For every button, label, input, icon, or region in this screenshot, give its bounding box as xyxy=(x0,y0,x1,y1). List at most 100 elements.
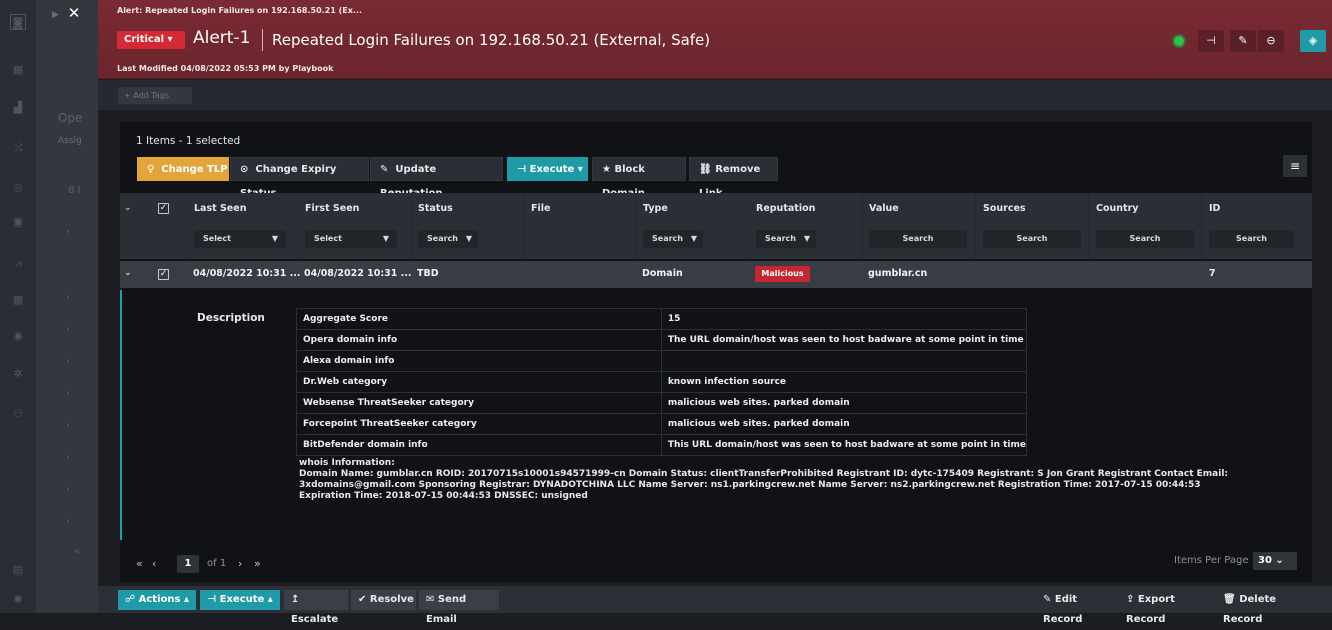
clipboard-icon[interactable]: ▤ xyxy=(10,562,26,578)
collapse-icon[interactable]: « xyxy=(74,546,80,557)
pencil-icon[interactable]: ✎ xyxy=(1230,30,1256,52)
send-email-button[interactable]: ✉ Send Email xyxy=(419,590,499,625)
severity-dropdown[interactable]: Critical ▾ xyxy=(117,31,185,49)
update-reputation-button[interactable]: ✎ Update Reputation xyxy=(370,157,503,199)
block-domain-button[interactable]: ★ Block Domain xyxy=(592,157,686,199)
chevron-right-icon[interactable]: › xyxy=(66,324,70,335)
add-tags-button[interactable]: + Add Tags xyxy=(118,87,192,104)
column-header-type[interactable]: Type xyxy=(643,203,668,214)
cell-last-seen: 04/08/2022 10:31 ... xyxy=(193,268,301,279)
column-header-status[interactable]: Status xyxy=(418,203,453,214)
grid-icon[interactable]: ▦ xyxy=(10,292,26,308)
dashboard-icon[interactable]: ▦ xyxy=(10,62,26,78)
chevron-right-icon[interactable]: › xyxy=(66,388,70,399)
first-page-icon[interactable]: « xyxy=(136,557,143,570)
chevron-down-icon: ▾ xyxy=(167,34,173,45)
chat-icon[interactable]: ◈ xyxy=(1300,30,1326,52)
close-icon[interactable]: ✕ xyxy=(64,4,84,24)
briefcase-icon[interactable]: ▣ xyxy=(10,214,26,230)
first-seen-filter[interactable]: Select ▼ xyxy=(305,230,397,248)
detail-key: BitDefender domain info xyxy=(296,434,662,456)
column-header-sources[interactable]: Sources xyxy=(983,203,1026,214)
star-icon: ★ xyxy=(602,164,611,175)
detail-key: Dr.Web category xyxy=(296,371,662,393)
last-page-icon[interactable]: » xyxy=(254,557,261,570)
shuffle-icon[interactable]: ⤨ xyxy=(10,140,26,156)
edit-record-button[interactable]: ✎ Edit Record xyxy=(1036,590,1116,625)
people-icon[interactable]: ⚇ xyxy=(10,406,26,422)
chevron-right-icon[interactable]: › xyxy=(66,452,70,463)
chevron-right-icon[interactable]: › xyxy=(66,356,70,367)
chevron-right-icon[interactable]: › xyxy=(66,516,70,527)
gear-icon[interactable]: ✺ xyxy=(10,592,26,608)
menu-icon[interactable]: ≡ xyxy=(1283,155,1307,177)
sources-filter[interactable]: Search xyxy=(983,230,1081,248)
playbook-icon[interactable]: ⊣ xyxy=(1198,30,1224,52)
analytics-icon[interactable]: ▟ xyxy=(10,100,26,116)
next-page-icon[interactable]: › xyxy=(238,557,242,570)
expand-arrow-icon[interactable]: ▶ xyxy=(52,10,59,20)
export-record-button[interactable]: ⇪ Export Record xyxy=(1119,590,1211,625)
tags-bar xyxy=(98,80,1332,110)
items-per-page-label: Items Per Page xyxy=(1174,555,1249,566)
change-expiry-button[interactable]: ⊙ Change Expiry Status xyxy=(230,157,369,199)
column-header-first-seen[interactable]: First Seen xyxy=(305,203,359,214)
resolve-button[interactable]: ✔ Resolve xyxy=(351,590,416,610)
page-number-input[interactable]: 1 xyxy=(177,555,199,573)
cell-value[interactable]: gumblar.cn xyxy=(868,268,927,279)
column-divider xyxy=(1088,193,1089,259)
escalate-icon: ↥ xyxy=(291,594,300,605)
escalate-button[interactable]: ↥ Escalate xyxy=(284,590,348,625)
status-filter[interactable]: Search ▼ xyxy=(418,230,478,248)
settings-icon[interactable]: ✲ xyxy=(10,366,26,382)
chevron-right-icon[interactable]: › xyxy=(66,484,70,495)
execute-footer-dropdown[interactable]: ⊣ Execute ▴ xyxy=(200,590,280,610)
delete-record-button[interactable]: 🗑 Delete Record xyxy=(1216,590,1312,625)
column-divider xyxy=(975,193,976,259)
column-header-country[interactable]: Country xyxy=(1096,203,1138,214)
reputation-filter-value: Search xyxy=(765,234,796,243)
pencil-icon: ✎ xyxy=(380,164,389,175)
column-divider xyxy=(749,193,750,259)
row-collapse-chevron-icon[interactable]: ⌄ xyxy=(124,268,132,278)
remove-link-button[interactable]: ⛓ Remove Link xyxy=(689,157,778,199)
radar-icon[interactable]: ◎ xyxy=(10,180,26,196)
detail-value: malicious web sites. parked domain xyxy=(660,413,1028,435)
chevron-right-icon[interactable]: › xyxy=(66,420,70,431)
last-seen-filter[interactable]: Select ▼ xyxy=(194,230,286,248)
id-filter[interactable]: Search xyxy=(1209,230,1294,248)
items-per-page-select[interactable]: 30 ⌄ xyxy=(1253,552,1297,570)
prev-page-icon[interactable]: ‹ xyxy=(152,557,156,570)
unlink-icon: ⛓ xyxy=(699,164,712,175)
link-icon[interactable]: ⊖ xyxy=(1258,30,1284,52)
chevron-right-icon[interactable]: › xyxy=(66,292,70,303)
column-header-last-seen[interactable]: Last Seen xyxy=(194,203,246,214)
select-all-checkbox[interactable]: ✓ xyxy=(158,203,169,214)
items-per-page-value: 30 xyxy=(1258,555,1272,566)
items-count: 1 Items - 1 selected xyxy=(136,135,241,147)
app-logo-icon[interactable]: ◙ xyxy=(10,14,26,30)
row-checkbox[interactable]: ✓ xyxy=(158,269,169,280)
expand-all-chevron-icon[interactable]: ⌄ xyxy=(124,203,132,213)
share-icon: ☍ xyxy=(125,594,136,605)
app-nav-rail: ◙ ▦ ▟ ⤨ ◎ ▣ ⩘ ▦ ◉ ✲ ⚇ ▤ ✺ xyxy=(0,0,36,613)
users-circle-icon[interactable]: ◉ xyxy=(10,328,26,344)
value-filter[interactable]: Search xyxy=(869,230,967,248)
detail-value: The URL domain/host was seen to host bad… xyxy=(660,329,1028,351)
chevron-down-icon: ▾ xyxy=(577,164,583,175)
reputation-filter[interactable]: Search ▼ xyxy=(756,230,816,248)
type-filter[interactable]: Search ▼ xyxy=(643,230,703,248)
detail-value: known infection source xyxy=(660,371,1028,393)
column-header-reputation[interactable]: Reputation xyxy=(756,203,815,214)
change-tlp-button[interactable]: ♀ Change TLP xyxy=(137,157,229,181)
mail-icon: ✉ xyxy=(426,594,435,605)
chart-icon[interactable]: ⩘ xyxy=(10,256,26,272)
chevron-right-icon[interactable]: › xyxy=(66,226,70,237)
country-filter[interactable]: Search xyxy=(1096,230,1194,248)
actions-dropdown[interactable]: ☍ Actions ▴ xyxy=(118,590,196,610)
column-header-file[interactable]: File xyxy=(531,203,550,214)
execute-dropdown[interactable]: ⊣ Execute ▾ xyxy=(507,157,588,181)
table-row: BitDefender domain info This URL domain/h… xyxy=(296,434,1028,456)
column-header-id[interactable]: ID xyxy=(1209,203,1220,214)
column-header-value[interactable]: Value xyxy=(869,203,899,214)
